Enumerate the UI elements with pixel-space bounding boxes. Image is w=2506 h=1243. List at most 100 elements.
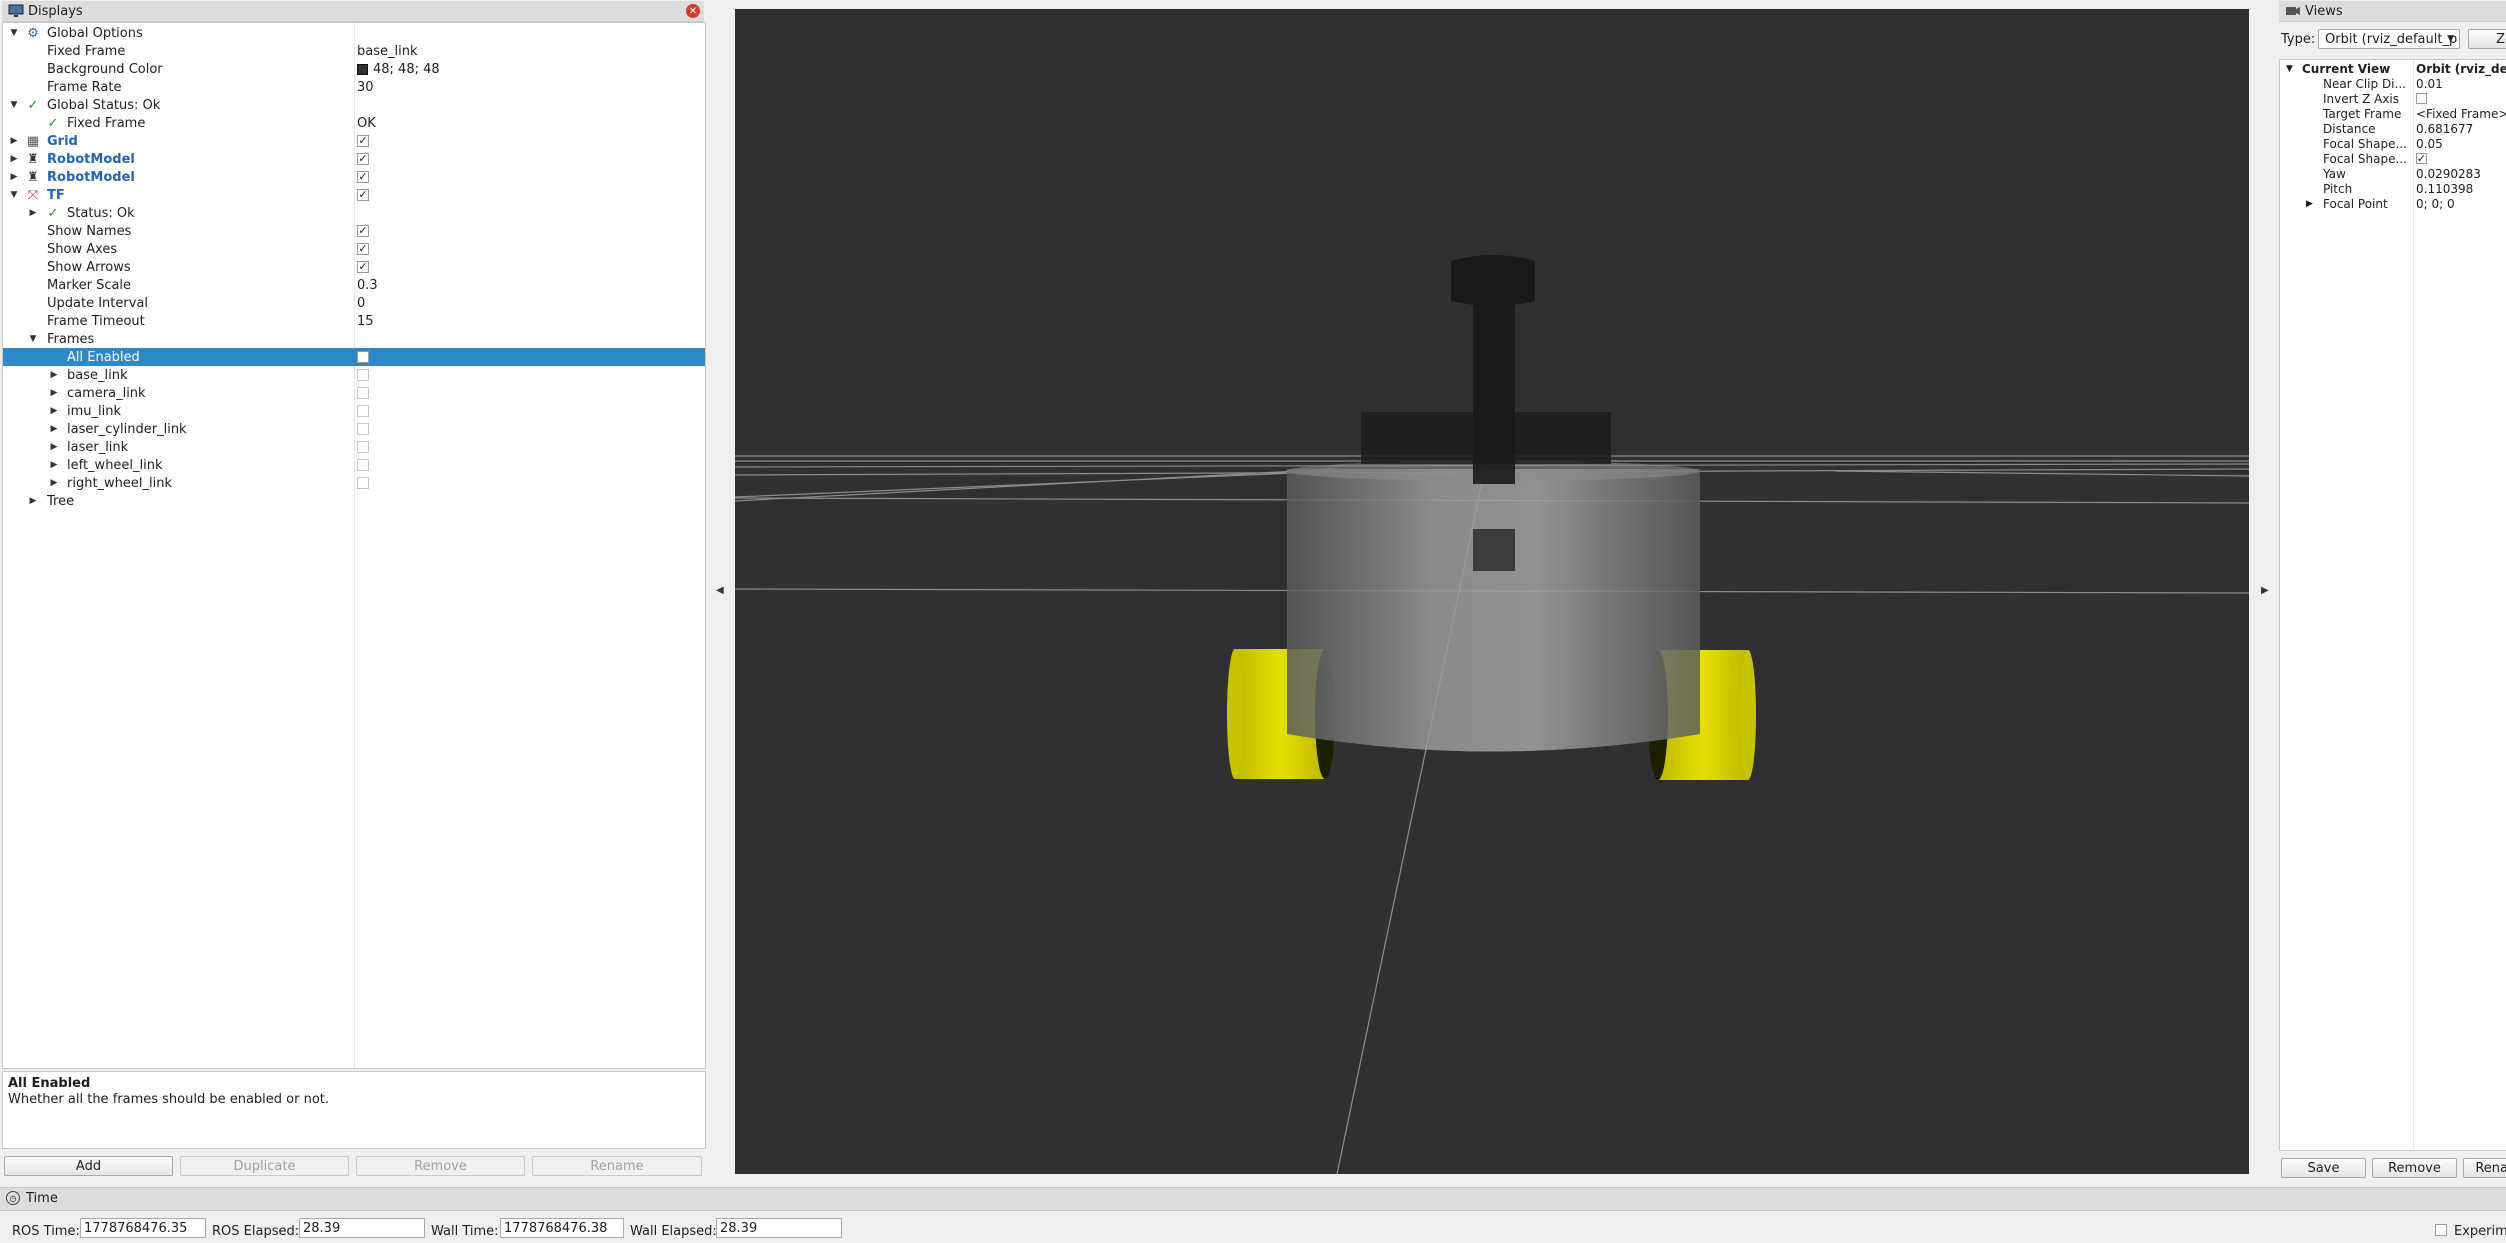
tree-value[interactable]: 0.01	[2416, 77, 2443, 91]
tree-row-global-options[interactable]: ▼ ⚙ Global Options	[3, 24, 705, 42]
tree-row-update-interval[interactable]: Update Interval 0	[3, 294, 705, 312]
tree-row-robotmodel[interactable]: ▶ ♜ RobotModel ✓	[3, 168, 705, 186]
frame-checkbox[interactable]	[357, 459, 369, 471]
ros-time-field[interactable]: 1778768476.35	[80, 1218, 206, 1238]
tree-row-frame-base-link[interactable]: ▶ base_link	[3, 366, 705, 384]
tree-row-frame-laser-link[interactable]: ▶ laser_link	[3, 438, 705, 456]
collapse-arrow-icon[interactable]: ▶	[9, 154, 19, 164]
collapse-arrow-icon[interactable]: ▶	[2306, 199, 2313, 209]
invert-z-checkbox[interactable]	[2416, 93, 2427, 104]
view-type-select[interactable]: Orbit (rviz_default_p ▼	[2318, 29, 2460, 49]
tree-value[interactable]: 0.0290283	[2416, 167, 2481, 181]
tree-row-frame-rate[interactable]: Frame Rate 30	[3, 78, 705, 96]
tree-row-tf[interactable]: ▼ ⤧ TF ✓	[3, 186, 705, 204]
tree-row-frame-timeout[interactable]: Frame Timeout 15	[3, 312, 705, 330]
frame-checkbox[interactable]	[357, 369, 369, 381]
ros-elapsed-field[interactable]: 28.39	[299, 1218, 425, 1238]
tree-row-grid[interactable]: ▶ ▦ Grid ✓	[3, 132, 705, 150]
tree-row-frame-imu-link[interactable]: ▶ imu_link	[3, 402, 705, 420]
frame-rate-value[interactable]: 30	[357, 80, 374, 95]
collapse-arrow-icon[interactable]: ▶	[49, 370, 59, 380]
rename-view-button[interactable]: Rena	[2463, 1158, 2506, 1178]
tree-value[interactable]: 0.110398	[2416, 182, 2473, 196]
tree-value[interactable]: 0.681677	[2416, 122, 2473, 136]
tree-row-background-color[interactable]: Background Color 48; 48; 48	[3, 60, 705, 78]
close-icon[interactable]: ✕	[686, 4, 700, 18]
remove-view-button[interactable]: Remove	[2372, 1158, 2457, 1178]
tree-row-tree[interactable]: ▶ Tree	[3, 492, 705, 510]
experimental-checkbox[interactable]	[2435, 1224, 2447, 1236]
tree-value[interactable]: <Fixed Frame>	[2416, 107, 2506, 121]
current-view-row[interactable]: ▼ Current View Orbit (rviz_de	[2280, 61, 2506, 76]
expand-arrow-icon[interactable]: ▼	[2286, 64, 2293, 74]
fixed-frame-value[interactable]: base_link	[357, 44, 417, 59]
collapse-arrow-icon[interactable]: ▶	[49, 442, 59, 452]
expand-arrow-icon[interactable]: ▼	[9, 190, 19, 200]
view-prop-row[interactable]: Focal Shape... ✓	[2280, 151, 2506, 166]
show-arrows-checkbox[interactable]: ✓	[357, 261, 369, 273]
enable-checkbox[interactable]: ✓	[357, 189, 369, 201]
tree-row-all-enabled[interactable]: All Enabled	[3, 348, 705, 366]
expand-arrow-icon[interactable]: ▼	[9, 28, 19, 38]
enable-checkbox[interactable]: ✓	[357, 153, 369, 165]
duplicate-button[interactable]: Duplicate	[180, 1156, 349, 1176]
wall-elapsed-field[interactable]: 28.39	[716, 1218, 842, 1238]
tree-value[interactable]: 0; 0; 0	[2416, 197, 2455, 211]
wall-time-field[interactable]: 1778768476.38	[500, 1218, 624, 1238]
collapse-arrow-icon[interactable]: ▶	[49, 460, 59, 470]
tree-row-frames[interactable]: ▼ Frames	[3, 330, 705, 348]
tree-value[interactable]: 0.05	[2416, 137, 2443, 151]
show-names-checkbox[interactable]: ✓	[357, 225, 369, 237]
frame-timeout-value[interactable]: 15	[357, 314, 374, 329]
collapse-right-arrow-icon[interactable]: ▶	[2261, 585, 2269, 596]
zero-button[interactable]: Ze	[2468, 29, 2506, 49]
tree-row-frame-laser-cylinder-link[interactable]: ▶ laser_cylinder_link	[3, 420, 705, 438]
view-prop-row[interactable]: Distance 0.681677	[2280, 121, 2506, 136]
collapse-arrow-icon[interactable]: ▶	[49, 406, 59, 416]
frame-checkbox[interactable]	[357, 477, 369, 489]
frame-checkbox[interactable]	[357, 405, 369, 417]
show-axes-checkbox[interactable]: ✓	[357, 243, 369, 255]
frame-checkbox[interactable]	[357, 387, 369, 399]
tree-row-frame-camera-link[interactable]: ▶ camera_link	[3, 384, 705, 402]
tree-row-marker-scale[interactable]: Marker Scale 0.3	[3, 276, 705, 294]
view-prop-row[interactable]: Invert Z Axis	[2280, 91, 2506, 106]
tree-row-show-axes[interactable]: Show Axes ✓	[3, 240, 705, 258]
add-button[interactable]: Add	[4, 1156, 173, 1176]
render-viewport[interactable]	[735, 9, 2249, 1174]
expand-arrow-icon[interactable]: ▼	[9, 100, 19, 110]
save-view-button[interactable]: Save	[2281, 1158, 2366, 1178]
rename-button[interactable]: Rename	[532, 1156, 702, 1176]
tree-row-fixed-frame[interactable]: Fixed Frame base_link	[3, 42, 705, 60]
collapse-arrow-icon[interactable]: ▶	[9, 136, 19, 146]
enable-checkbox[interactable]: ✓	[357, 171, 369, 183]
frame-checkbox[interactable]	[357, 441, 369, 453]
tree-row-frame-right-wheel-link[interactable]: ▶ right_wheel_link	[3, 474, 705, 492]
marker-scale-value[interactable]: 0.3	[357, 278, 378, 293]
view-prop-row[interactable]: Yaw 0.0290283	[2280, 166, 2506, 181]
background-color-value[interactable]: 48; 48; 48	[357, 62, 440, 77]
collapse-arrow-icon[interactable]: ▶	[49, 388, 59, 398]
tree-row-robotmodel[interactable]: ▶ ♜ RobotModel ✓	[3, 150, 705, 168]
collapse-left-arrow-icon[interactable]: ◀	[716, 585, 724, 596]
tree-row-frame-left-wheel-link[interactable]: ▶ left_wheel_link	[3, 456, 705, 474]
collapse-arrow-icon[interactable]: ▶	[28, 208, 38, 218]
update-interval-value[interactable]: 0	[357, 296, 365, 311]
collapse-arrow-icon[interactable]: ▶	[49, 424, 59, 434]
tree-row-show-names[interactable]: Show Names ✓	[3, 222, 705, 240]
remove-button[interactable]: Remove	[356, 1156, 525, 1176]
tree-row-show-arrows[interactable]: Show Arrows ✓	[3, 258, 705, 276]
tree-row-fixed-frame-status[interactable]: ✓ Fixed Frame OK	[3, 114, 705, 132]
all-enabled-checkbox[interactable]	[357, 351, 369, 363]
view-prop-row[interactable]: ▶ Focal Point 0; 0; 0	[2280, 196, 2506, 211]
frame-checkbox[interactable]	[357, 423, 369, 435]
focal-shape-checkbox[interactable]: ✓	[2416, 153, 2427, 164]
view-prop-row[interactable]: Focal Shape... 0.05	[2280, 136, 2506, 151]
view-prop-row[interactable]: Pitch 0.110398	[2280, 181, 2506, 196]
expand-arrow-icon[interactable]: ▼	[28, 334, 38, 344]
collapse-arrow-icon[interactable]: ▶	[9, 172, 19, 182]
enable-checkbox[interactable]: ✓	[357, 135, 369, 147]
tree-row-tf-status[interactable]: ▶ ✓ Status: Ok	[3, 204, 705, 222]
view-prop-row[interactable]: Target Frame <Fixed Frame>	[2280, 106, 2506, 121]
collapse-arrow-icon[interactable]: ▶	[28, 496, 38, 506]
